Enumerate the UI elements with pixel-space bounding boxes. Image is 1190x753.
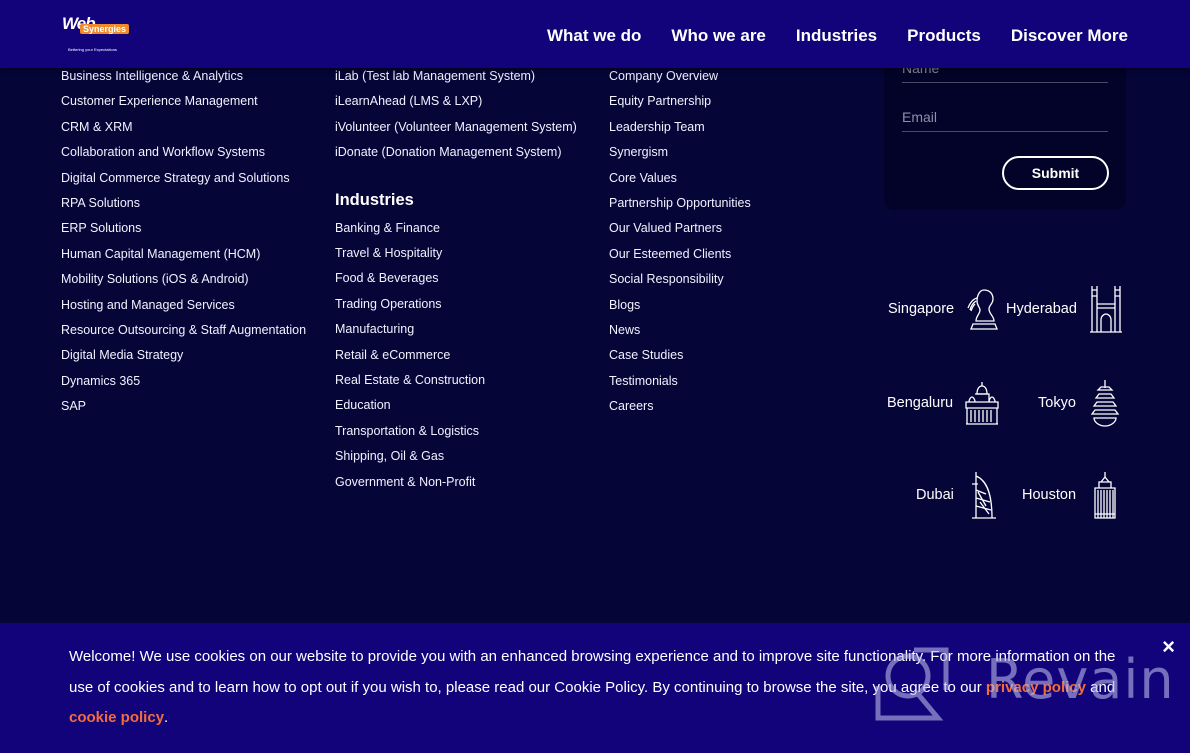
services-link[interactable]: Dynamics 365 [61,369,306,394]
email-field[interactable] [902,102,1108,132]
skyscraper-icon [1094,472,1116,519]
services-link[interactable]: Resource Outsourcing & Staff Augmentatio… [61,318,306,343]
nav-products[interactable]: Products [907,26,981,46]
services-link[interactable]: Hosting and Managed Services [61,293,306,318]
city-label: Bengaluru [887,395,954,411]
services-link[interactable]: Customer Experience Management [61,89,306,114]
about-column: Company Overview Equity Partnership Lead… [609,68,751,420]
city-hyderabad: Hyderabad [1006,284,1125,334]
cookie-text-middle: and [1085,678,1116,696]
about-link[interactable]: Partnership Opportunities [609,191,751,216]
city-singapore: Singapore [888,284,1002,334]
services-link[interactable]: CRM & XRM [61,115,306,140]
submit-button[interactable]: Submit [1002,156,1109,190]
cookie-banner: Welcome! We use cookies on our website t… [0,623,1190,753]
industries-list: Banking & Finance Travel & Hospitality F… [335,216,577,495]
industry-link[interactable]: Travel & Hospitality [335,241,577,266]
about-link[interactable]: Social Responsibility [609,267,751,292]
services-link[interactable]: ERP Solutions [61,216,306,241]
logo-tagline: Bettering your Expectations [68,47,117,52]
about-link[interactable]: Our Esteemed Clients [609,242,751,267]
cookie-policy-link[interactable]: cookie policy [69,709,164,726]
city-bengaluru: Bengaluru [887,378,1001,428]
nav-what-we-do[interactable]: What we do [547,26,641,46]
industry-link[interactable]: Real Estate & Construction [335,368,577,393]
city-label: Tokyo [1038,395,1076,411]
logo-word-synergies: Synergies [80,24,130,34]
industry-link[interactable]: Transportation & Logistics [335,419,577,444]
pagoda-icon [1090,380,1120,427]
about-link[interactable]: Equity Partnership [609,89,751,114]
cookie-text-before: Welcome! We use cookies on our website t… [69,648,1116,696]
services-link[interactable]: Mobility Solutions (iOS & Android) [61,267,306,292]
about-list: Company Overview Equity Partnership Lead… [609,64,751,420]
industry-link[interactable]: Trading Operations [335,292,577,317]
about-link[interactable]: Blogs [609,293,751,318]
industry-link[interactable]: Manufacturing [335,317,577,342]
close-icon[interactable]: × [1162,635,1175,659]
about-link[interactable]: Our Valued Partners [609,216,751,241]
nav-discover-more[interactable]: Discover More [1011,26,1128,46]
about-link[interactable]: Case Studies [609,343,751,368]
about-link[interactable]: Core Values [609,166,751,191]
industry-link[interactable]: Retail & eCommerce [335,343,577,368]
services-link[interactable]: Collaboration and Workflow Systems [61,140,306,165]
city-label: Singapore [888,301,955,317]
site-header: Web Synergies Bettering your Expectation… [0,0,1190,68]
industry-link[interactable]: Education [335,393,577,418]
about-link[interactable]: Leadership Team [609,115,751,140]
cookie-message: Welcome! We use cookies on our website t… [69,642,1129,734]
product-link[interactable]: iVolunteer (Volunteer Management System) [335,115,577,140]
services-link[interactable]: Human Capital Management (HCM) [61,242,306,267]
industries-heading: Industries [335,190,414,209]
vidhana-soudha-icon [965,382,999,425]
about-link[interactable]: Testimonials [609,369,751,394]
city-tokyo: Tokyo [1038,378,1124,428]
product-link[interactable]: iDonate (Donation Management System) [335,140,577,165]
services-list: Business Intelligence & Analytics Custom… [61,64,306,420]
about-link[interactable]: Careers [609,394,751,419]
nav-who-we-are[interactable]: Who we are [671,26,765,46]
about-link[interactable]: News [609,318,751,343]
industry-link[interactable]: Food & Beverages [335,266,577,291]
services-link[interactable]: RPA Solutions [61,191,306,216]
merlion-icon [967,289,999,330]
cookie-text-after: . [164,709,169,726]
nav-industries[interactable]: Industries [796,26,877,46]
main-nav: What we do Who we are Industries Product… [547,26,1128,46]
city-label: Houston [1022,487,1077,503]
websynergies-logo[interactable]: Web Synergies Bettering your Expectation… [60,12,135,56]
burj-al-arab-icon [971,472,996,519]
products-column: iLab (Test lab Management System) iLearn… [335,68,577,495]
services-column: Business Intelligence & Analytics Custom… [61,68,306,420]
services-link[interactable]: Digital Media Strategy [61,343,306,368]
city-dubai: Dubai [916,470,1002,520]
about-link[interactable]: Synergism [609,140,751,165]
city-houston: Houston [1022,470,1124,520]
product-link[interactable]: iLearnAhead (LMS & LXP) [335,89,577,114]
privacy-policy-link[interactable]: privacy policy [986,679,1086,696]
charminar-icon [1089,286,1122,333]
city-label: Dubai [916,487,954,503]
industry-link[interactable]: Government & Non-Profit [335,470,577,495]
industry-link[interactable]: Banking & Finance [335,216,577,241]
industry-link[interactable]: Shipping, Oil & Gas [335,444,577,469]
products-list: iLab (Test lab Management System) iLearn… [335,64,577,166]
city-label: Hyderabad [1006,301,1077,317]
services-link[interactable]: SAP [61,394,306,419]
services-link[interactable]: Digital Commerce Strategy and Solutions [61,166,306,191]
